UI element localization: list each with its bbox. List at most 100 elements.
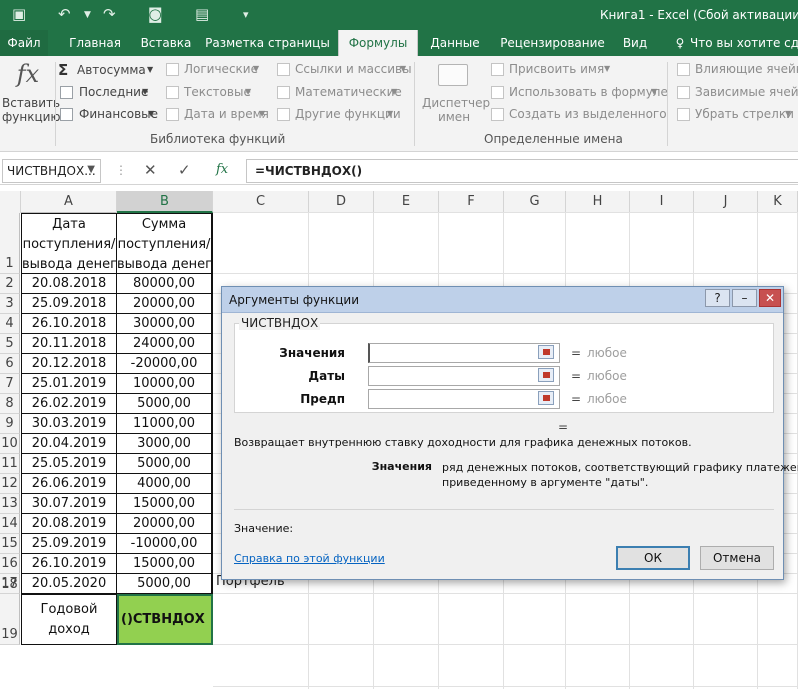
cell-amount[interactable]: 20000,00 xyxy=(117,514,213,534)
cell-amount[interactable]: СТВНДОХ() xyxy=(117,594,213,645)
row-header[interactable]: 5 xyxy=(0,334,20,354)
row-number: 3 xyxy=(5,296,14,311)
arg-input-guess[interactable] xyxy=(368,389,560,409)
cell-text-line: Сумма xyxy=(141,216,187,232)
cell-amount[interactable]: 15000,00 xyxy=(117,554,213,574)
gridline xyxy=(213,273,798,274)
row-header[interactable]: 9 xyxy=(0,414,20,434)
row-number: 11 xyxy=(1,456,18,471)
row-number: 7 xyxy=(5,376,14,391)
cell-date[interactable]: 25.05.2019 xyxy=(21,454,117,474)
cell-amount[interactable]: 5000,00 xyxy=(117,394,213,414)
row-number: 1 xyxy=(5,256,14,271)
help-button[interactable]: ? xyxy=(705,289,730,307)
row-header[interactable]: 12 xyxy=(0,474,20,494)
cell-amount[interactable]: 20000,00 xyxy=(117,294,213,314)
cell-date[interactable]: Годовой доход xyxy=(21,594,117,645)
cell-amount[interactable]: 11000,00 xyxy=(117,414,213,434)
row-header[interactable]: 8 xyxy=(0,394,20,414)
arg-eq: = xyxy=(571,369,582,383)
row-number: 18 xyxy=(1,577,18,592)
cell-amount[interactable]: -20000,00 xyxy=(117,354,213,374)
gridline xyxy=(213,686,798,687)
arg-input-values[interactable] xyxy=(368,343,560,363)
dialog-title: Аргументы функции xyxy=(229,293,360,307)
row-header[interactable]: 15 xyxy=(0,534,20,554)
range-picker-icon[interactable] xyxy=(538,368,554,382)
row-header[interactable]: 2 xyxy=(0,274,20,294)
cell-date[interactable]: 20.08.2018 xyxy=(21,274,117,294)
cancel-button[interactable]: Отмена xyxy=(700,546,774,570)
cell-date[interactable]: 26.06.2019 xyxy=(21,474,117,494)
close-button[interactable]: ✕ xyxy=(759,289,781,307)
row-header[interactable]: 14 xyxy=(0,514,20,534)
row-header[interactable]: 19 xyxy=(0,594,20,645)
cell-date[interactable]: Дата поступления/вывода денег xyxy=(21,213,117,274)
row-number: 6 xyxy=(5,356,14,371)
row-header[interactable]: 7 xyxy=(0,374,20,394)
row-number: 15 xyxy=(1,536,18,551)
arg-eq: = xyxy=(571,392,582,406)
cell-date[interactable]: 26.10.2018 xyxy=(21,314,117,334)
cell-date[interactable]: 30.03.2019 xyxy=(21,414,117,434)
cell-date[interactable]: 20.05.2020 xyxy=(21,574,117,594)
row-header[interactable]: 11 xyxy=(0,454,20,474)
cell-date[interactable]: 25.01.2019 xyxy=(21,374,117,394)
cell-amount[interactable]: 3000,00 xyxy=(117,434,213,454)
arg-result-values: любое xyxy=(587,346,627,360)
row-number: 2 xyxy=(5,276,14,291)
row-number: 10 xyxy=(1,436,18,451)
gridline xyxy=(213,593,798,594)
range-picker-icon[interactable] xyxy=(538,391,554,405)
cell-amount[interactable]: 5000,00 xyxy=(117,574,213,594)
cell-amount[interactable]: 30000,00 xyxy=(117,314,213,334)
dialog-title-bar[interactable]: Аргументы функции ? – ✕ xyxy=(222,287,783,313)
cell-text-line: вывода денег xyxy=(22,256,117,272)
function-description: Возвращает внутреннюю ставку доходности … xyxy=(234,436,692,449)
cell-amount[interactable]: 24000,00 xyxy=(117,334,213,354)
cell-date[interactable]: 25.09.2019 xyxy=(21,534,117,554)
cell-date[interactable]: 30.07.2019 xyxy=(21,494,117,514)
cell-amount[interactable]: 10000,00 xyxy=(117,374,213,394)
arg-result-guess: любое xyxy=(587,392,627,406)
ok-button[interactable]: ОК xyxy=(616,546,690,570)
cell-date[interactable]: 26.10.2019 xyxy=(21,554,117,574)
divider xyxy=(234,509,774,510)
cell-amount[interactable]: 4000,00 xyxy=(117,474,213,494)
cell-amount[interactable]: Сумма поступления/вывода денег xyxy=(117,213,213,274)
cell-amount[interactable]: 5000,00 xyxy=(117,454,213,474)
cell-date[interactable]: 25.09.2018 xyxy=(21,294,117,314)
cell-amount[interactable]: 15000,00 xyxy=(117,494,213,514)
arg-input-dates[interactable] xyxy=(368,366,560,386)
row-header[interactable]: 3 xyxy=(0,294,20,314)
row-header[interactable]: 10 xyxy=(0,434,20,454)
row-number: 12 xyxy=(1,476,18,491)
row-number: 8 xyxy=(5,396,14,411)
cell-amount[interactable]: 80000,00 xyxy=(117,274,213,294)
cell-date[interactable]: 26.02.2019 xyxy=(21,394,117,414)
cell-date[interactable]: 20.08.2019 xyxy=(21,514,117,534)
arg-help-line: приведенному в аргументе "даты". xyxy=(442,476,649,489)
cell-amount[interactable]: -10000,00 xyxy=(117,534,213,554)
cell-date[interactable]: 20.12.2018 xyxy=(21,354,117,374)
arg-result-dates: любое xyxy=(587,369,627,383)
row-header[interactable]: 1 xyxy=(0,213,20,274)
row-number: 4 xyxy=(5,316,14,331)
cell-text-line: поступления/ xyxy=(22,236,116,252)
cell-date[interactable]: 20.04.2019 xyxy=(21,434,117,454)
row-header[interactable]: 16 xyxy=(0,554,20,574)
arg-help-label: Значения xyxy=(371,460,432,473)
arg-help-text: ряд денежных потоков, соответствующий гр… xyxy=(442,460,798,490)
row-header[interactable]: 13 xyxy=(0,494,20,514)
result-eq: = xyxy=(558,420,569,434)
row-header[interactable]: 6 xyxy=(0,354,20,374)
row-header[interactable]: 4 xyxy=(0,314,20,334)
minimize-button[interactable]: – xyxy=(732,289,757,307)
row-number: 9 xyxy=(5,416,14,431)
row-number: 19 xyxy=(1,627,18,642)
range-picker-icon[interactable] xyxy=(538,345,554,359)
arg-label-dates: Даты xyxy=(308,369,345,383)
row-number: 14 xyxy=(1,516,18,531)
help-link[interactable]: Справка по этой функции xyxy=(234,552,385,565)
cell-date[interactable]: 20.11.2018 xyxy=(21,334,117,354)
